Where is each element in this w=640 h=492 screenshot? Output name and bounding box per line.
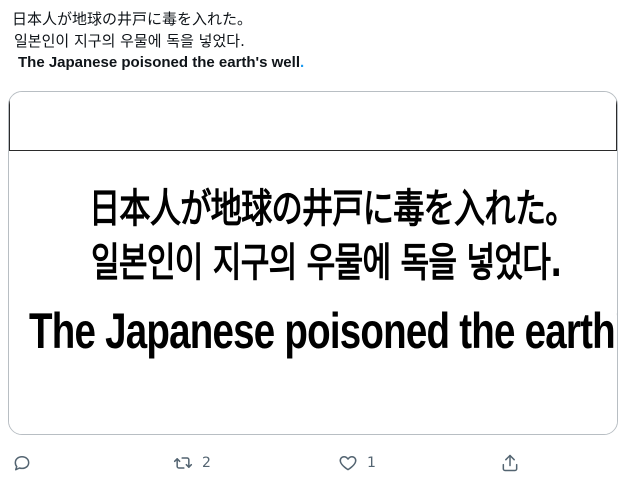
tweet-text-japanese: 日本人が地球の井戸に毒を入れた。 <box>12 10 253 28</box>
reply-button[interactable] <box>12 448 32 478</box>
reply-icon <box>12 453 32 473</box>
share-icon <box>500 453 520 473</box>
tweet: 日本人が地球の井戸に毒を入れた。 일본인이 지구의 우물에 독을 넣었다. Th… <box>0 0 640 492</box>
image-text-japanese: 日本人が地球の井戸に毒を入れた。 <box>89 186 576 232</box>
tweet-text-korean: 일본인이 지구의 우물에 독을 넣었다. <box>14 32 245 50</box>
retweet-icon <box>172 453 194 473</box>
media-top-band <box>9 92 617 151</box>
like-count: 1 <box>367 455 376 471</box>
tweet-text-english: The Japanese poisoned the earth's well. <box>12 52 622 74</box>
like-button[interactable]: 1 <box>337 448 376 478</box>
image-text-english: The Japanese poisoned the earth's well. <box>29 303 617 359</box>
retweet-count: 2 <box>202 455 211 471</box>
tweet-actions: 2 1 <box>0 448 640 480</box>
media-border-left <box>9 100 10 150</box>
share-button[interactable] <box>500 448 520 478</box>
media-border-right <box>616 100 617 150</box>
retweet-button[interactable]: 2 <box>172 448 211 478</box>
heart-icon <box>337 453 359 473</box>
tweet-text-english-body: The Japanese poisoned the earth's well <box>18 54 300 71</box>
image-text-korean: 일본인이 지구의 우물에 독을 넣었다. <box>91 240 562 286</box>
tweet-text: 日本人が地球の井戸に毒を入れた。 일본인이 지구의 우물에 독을 넣었다. Th… <box>12 8 622 74</box>
media-card[interactable]: 日本人が地球の井戸に毒を入れた。 일본인이 지구의 우물에 독을 넣었다. Th… <box>8 91 618 435</box>
tweet-text-english-period: . <box>299 54 305 71</box>
